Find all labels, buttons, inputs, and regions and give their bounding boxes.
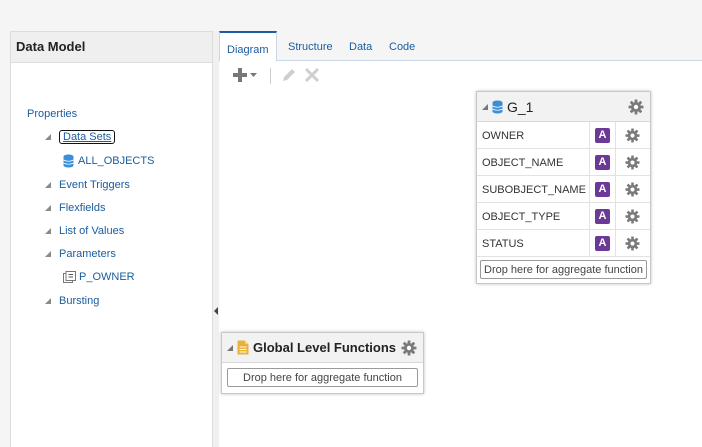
expand-triangle-icon[interactable] <box>45 182 51 188</box>
group-title: G_1 <box>507 98 534 115</box>
tree-item-label: P_OWNER <box>79 271 135 283</box>
delete-button[interactable] <box>304 67 320 86</box>
tree-item-all-objects[interactable]: ALL_OBJECTS <box>63 153 154 169</box>
expand-triangle-icon[interactable] <box>482 103 488 110</box>
alpha-type-icon: A <box>595 127 610 143</box>
toolbar-divider <box>270 68 271 84</box>
add-button[interactable] <box>233 67 259 86</box>
column-name: OBJECT_TYPE <box>477 203 590 229</box>
tree-item-label: Event Triggers <box>59 179 130 191</box>
alpha-type-icon: A <box>595 208 610 224</box>
column-row[interactable]: OBJECT_TYPE A <box>477 203 650 230</box>
alpha-type-icon: A <box>595 235 610 251</box>
global-level-functions[interactable]: Global Level Functions Drop here for agg… <box>221 332 424 394</box>
tree-item-properties[interactable]: Properties <box>27 108 77 120</box>
document-icon <box>237 340 249 355</box>
gear-icon <box>628 99 644 115</box>
expand-triangle-icon[interactable] <box>45 228 51 234</box>
expand-triangle-icon[interactable] <box>45 205 51 211</box>
column-settings-button[interactable] <box>616 176 648 202</box>
alpha-type-icon: A <box>595 154 610 170</box>
column-row[interactable]: SUBOBJECT_NAME A <box>477 176 650 203</box>
database-icon <box>492 100 503 113</box>
gear-icon <box>401 340 417 356</box>
column-row[interactable]: OBJECT_NAME A <box>477 149 650 176</box>
gear-icon <box>624 181 640 197</box>
database-icon <box>63 154 74 168</box>
column-settings-button[interactable] <box>616 122 648 148</box>
tab-code[interactable]: Code <box>389 41 415 53</box>
expand-triangle-icon[interactable] <box>45 134 51 140</box>
tree-item-label: List of Values <box>59 225 125 237</box>
column-name: STATUS <box>477 230 590 256</box>
gear-icon <box>624 208 640 224</box>
tab-data[interactable]: Data <box>349 41 372 53</box>
column-type[interactable]: A <box>590 203 616 229</box>
expand-triangle-icon[interactable] <box>45 298 51 304</box>
alpha-type-icon: A <box>595 181 610 197</box>
column-name: OWNER <box>477 122 590 148</box>
column-type[interactable]: A <box>590 230 616 256</box>
group-title: Global Level Functions <box>253 340 397 355</box>
tab-structure[interactable]: Structure <box>288 41 333 53</box>
edit-button[interactable] <box>281 67 297 86</box>
column-name: SUBOBJECT_NAME <box>477 176 590 202</box>
tree-item-bursting[interactable]: Bursting <box>45 293 99 309</box>
tree-item-label: Data Sets <box>59 130 116 144</box>
group-settings-button[interactable] <box>628 99 644 118</box>
tree-item-flexfields[interactable]: Flexfields <box>45 200 105 216</box>
expand-triangle-icon[interactable] <box>45 251 51 257</box>
tree-item-event-triggers[interactable]: Event Triggers <box>45 177 130 193</box>
column-row[interactable]: STATUS A <box>477 230 650 257</box>
pencil-icon <box>283 69 295 81</box>
panel-title: Data Model <box>11 32 212 63</box>
data-model-panel: Data Model Properties Data Sets ALL_OBJE… <box>10 31 213 447</box>
column-settings-button[interactable] <box>616 230 648 256</box>
column-name: OBJECT_NAME <box>477 149 590 175</box>
plus-icon <box>233 68 257 82</box>
collapse-arrow-icon[interactable] <box>214 307 218 315</box>
gear-icon <box>624 127 640 143</box>
expand-triangle-icon[interactable] <box>227 344 233 351</box>
tab-bar: Diagram Structure Data Code <box>219 31 702 62</box>
close-icon <box>304 67 320 83</box>
tree-item-data-sets[interactable]: Data Sets <box>45 129 116 145</box>
group-header[interactable]: Global Level Functions <box>222 333 423 363</box>
tree-item-parameters[interactable]: Parameters <box>45 246 116 262</box>
tab-diagram[interactable]: Diagram <box>219 31 277 62</box>
column-type[interactable]: A <box>590 149 616 175</box>
aggregate-drop-zone[interactable]: Drop here for aggregate function <box>480 260 647 279</box>
column-settings-button[interactable] <box>616 203 648 229</box>
parameter-icon <box>63 270 76 283</box>
tree-item-label: ALL_OBJECTS <box>78 155 155 167</box>
tree-item-list-of-values[interactable]: List of Values <box>45 223 124 239</box>
tree-item-label: Parameters <box>59 248 116 260</box>
group-header[interactable]: G_1 <box>477 92 650 122</box>
group-g1[interactable]: G_1 OWNER A OBJECT_NAME A SUBOBJECT_NAME… <box>476 91 651 284</box>
column-type[interactable]: A <box>590 122 616 148</box>
gear-icon <box>624 235 640 251</box>
column-settings-button[interactable] <box>616 149 648 175</box>
tree-item-p-owner[interactable]: P_OWNER <box>63 269 135 285</box>
gear-icon <box>624 154 640 170</box>
group-settings-button[interactable] <box>401 340 417 359</box>
column-row[interactable]: OWNER A <box>477 122 650 149</box>
aggregate-drop-zone[interactable]: Drop here for aggregate function <box>227 368 418 387</box>
tree-item-label: Bursting <box>59 295 100 307</box>
diagram-toolbar <box>219 62 702 88</box>
tree-item-label: Flexfields <box>59 202 106 214</box>
column-type[interactable]: A <box>590 176 616 202</box>
